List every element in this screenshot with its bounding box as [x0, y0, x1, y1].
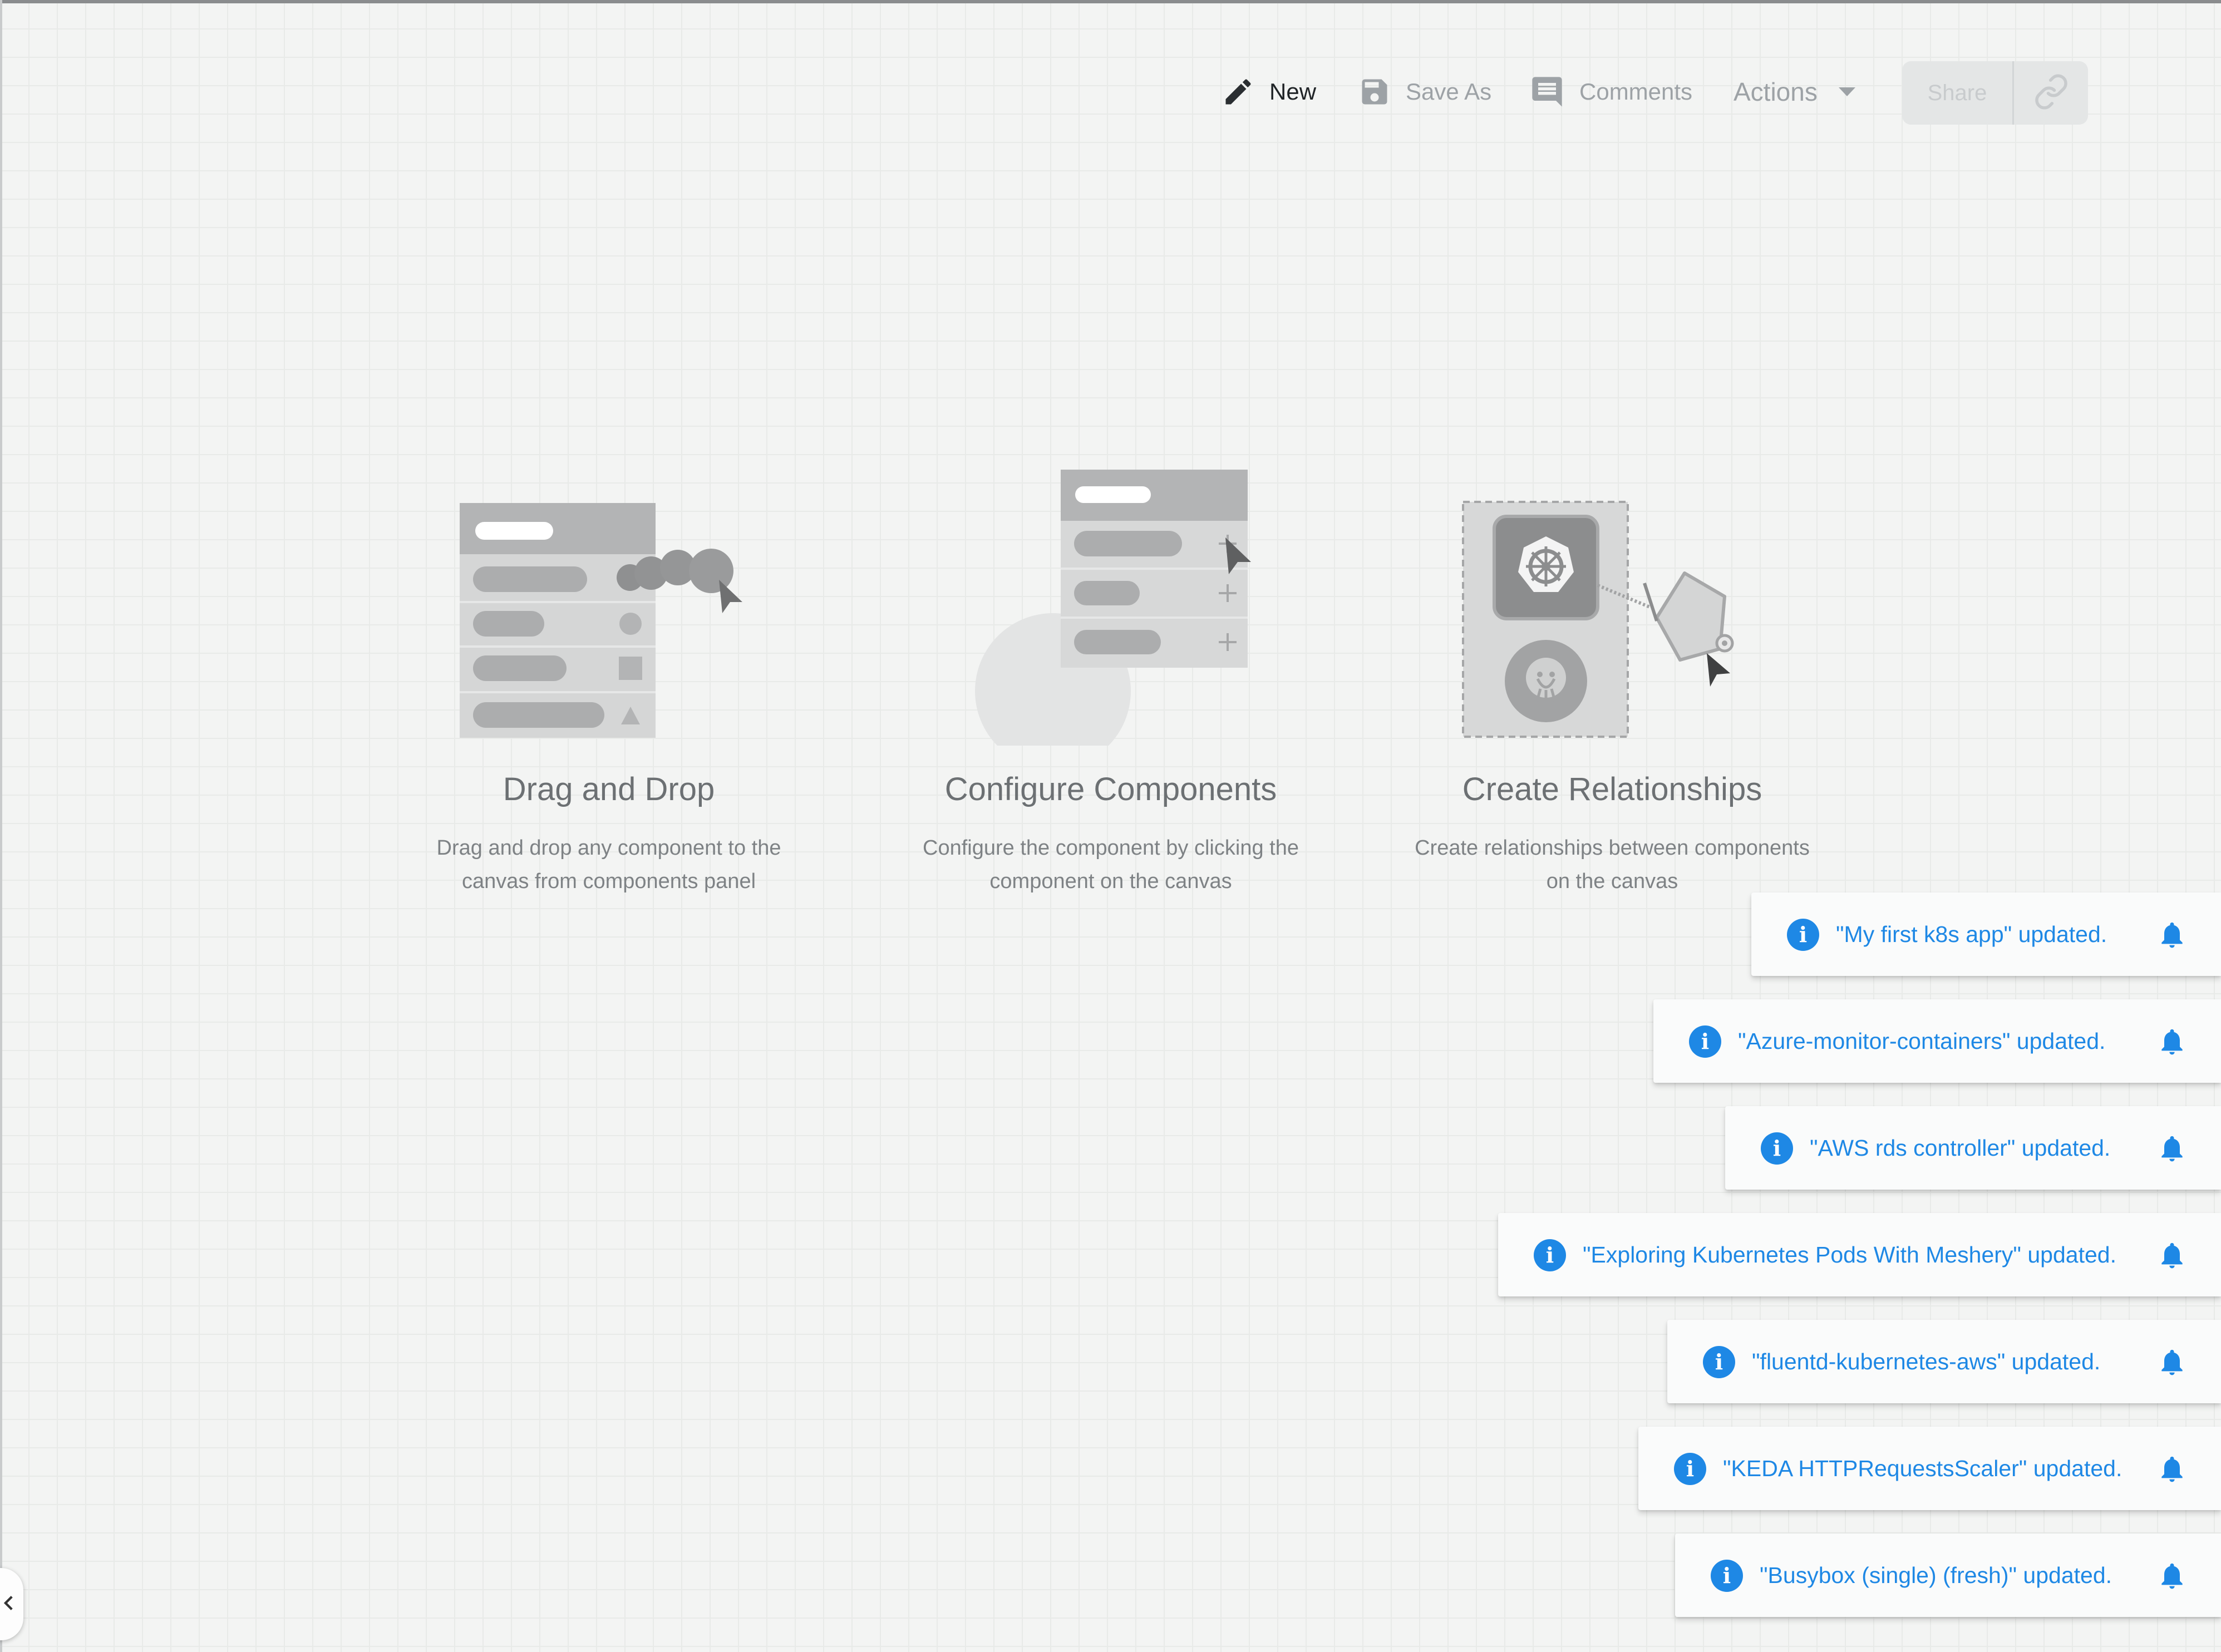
notification-toast[interactable]: i "Azure-monitor-containers" updated.	[1653, 999, 2221, 1083]
bell-icon[interactable]	[2156, 1347, 2188, 1380]
save-as-label: Save As	[1406, 78, 1492, 105]
info-icon: i	[1534, 1239, 1566, 1271]
chevron-left-icon	[0, 1591, 19, 1618]
share-button[interactable]: Share	[1902, 61, 2014, 125]
notification-toast[interactable]: i "Exploring Kubernetes Pods With Mesher…	[1498, 1213, 2221, 1296]
configure-components-illustration	[883, 456, 1339, 769]
floppy-disk-icon	[1358, 75, 1391, 109]
bell-icon[interactable]	[2156, 1133, 2188, 1167]
notification-message: "AWS rds controller" updated.	[1810, 1135, 2111, 1161]
expand-panel-tab[interactable]	[0, 1568, 23, 1640]
comments-label: Comments	[1579, 78, 1693, 105]
top-border	[0, 0, 2221, 3]
notification-toast[interactable]: i "KEDA HTTPRequestsScaler" updated.	[1638, 1427, 2221, 1510]
left-border	[0, 0, 2, 1652]
info-icon: i	[1761, 1132, 1793, 1165]
notification-message: "Busybox (single) (fresh)" updated.	[1760, 1562, 2112, 1588]
notification-toast[interactable]: i "Busybox (single) (fresh)" updated.	[1675, 1533, 2221, 1617]
actions-dropdown[interactable]: Actions	[1734, 61, 1856, 122]
link-icon	[2033, 73, 2070, 113]
design-toolbar: New Save As Comments Actions Share	[0, 61, 2221, 125]
notification-message: "Exploring Kubernetes Pods With Meshery"…	[1583, 1242, 2116, 1268]
card-title: Create Relationships	[1462, 771, 1762, 807]
info-icon: i	[1787, 919, 1819, 951]
share-button-group: Share	[1902, 61, 2088, 125]
notification-toast[interactable]: i "My first k8s app" updated.	[1751, 892, 2221, 976]
notification-message: "Azure-monitor-containers" updated.	[1738, 1028, 2106, 1054]
onboarding-card-drag-and-drop: Drag and Drop Drag and drop any componen…	[381, 456, 837, 898]
onboarding-card-configure-components: Configure Components Configure the compo…	[883, 456, 1339, 898]
caret-down-icon	[1838, 86, 1856, 97]
copy-link-button[interactable]	[2014, 61, 2088, 125]
card-title: Configure Components	[944, 771, 1277, 807]
info-icon: i	[1689, 1025, 1721, 1058]
notification-toast[interactable]: i "fluentd-kubernetes-aws" updated.	[1667, 1320, 2221, 1403]
bell-icon[interactable]	[2156, 1240, 2188, 1274]
comment-icon	[1529, 74, 1565, 110]
notification-toast[interactable]: i "AWS rds controller" updated.	[1725, 1106, 2221, 1190]
save-as-button[interactable]: Save As	[1358, 61, 1491, 122]
bell-icon[interactable]	[2156, 919, 2188, 953]
notification-message: "fluentd-kubernetes-aws" updated.	[1752, 1349, 2101, 1374]
bell-icon[interactable]	[2156, 1026, 2188, 1060]
create-relationships-illustration	[1384, 456, 1840, 746]
actions-label: Actions	[1734, 77, 1818, 106]
new-label: New	[1269, 78, 1317, 105]
card-description: Drag and drop any component to the canvas…	[436, 836, 781, 893]
notification-message: "KEDA HTTPRequestsScaler" updated.	[1723, 1456, 2122, 1481]
pencil-icon	[1222, 75, 1255, 109]
bell-icon[interactable]	[2156, 1453, 2188, 1487]
info-icon: i	[1711, 1560, 1743, 1592]
notification-message: "My first k8s app" updated.	[1836, 921, 2107, 947]
info-icon: i	[1674, 1453, 1706, 1485]
card-description: Configure the component by clicking the c…	[923, 836, 1299, 893]
new-button[interactable]: New	[1222, 61, 1316, 122]
card-description: Create relationships between components o…	[1415, 836, 1810, 893]
bell-icon[interactable]	[2156, 1560, 2188, 1594]
onboarding-card-create-relationships: Create Relationships Create relationship…	[1384, 456, 1840, 898]
card-title: Drag and Drop	[503, 771, 715, 807]
info-icon: i	[1703, 1346, 1735, 1378]
drag-and-drop-illustration	[381, 456, 837, 746]
comments-button[interactable]: Comments	[1529, 61, 1692, 122]
